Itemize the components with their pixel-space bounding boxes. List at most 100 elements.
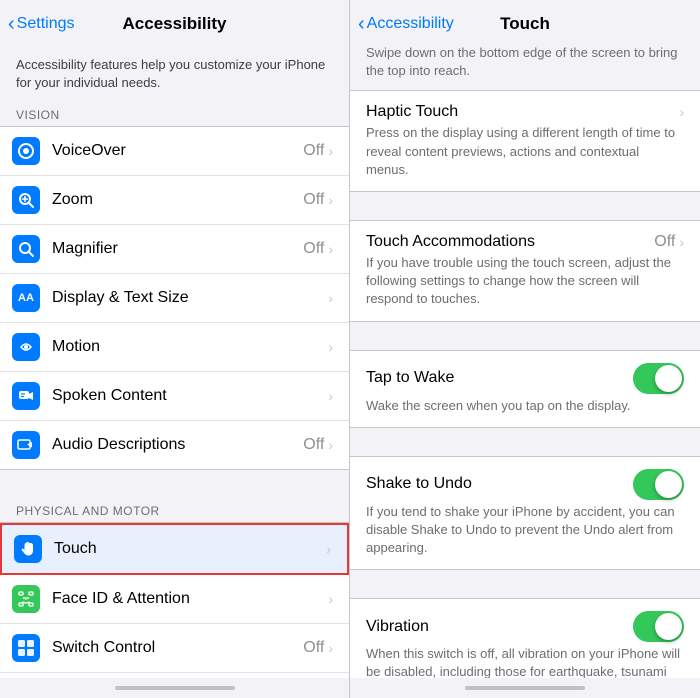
shake-undo-title: Shake to Undo	[366, 475, 472, 493]
tap-wake-toggle[interactable]	[633, 363, 684, 394]
vision-section-label: VISION	[0, 102, 349, 126]
right-nav-bar: ‹ Accessibility Touch	[350, 0, 700, 44]
physical-motor-section: Touch › Face ID & Attention › Switch Con…	[0, 522, 349, 678]
voiceover-chevron-icon: ›	[328, 143, 333, 159]
haptic-touch-section: Haptic Touch › Press on the display usin…	[350, 90, 700, 192]
touch-icon	[14, 535, 42, 563]
shake-undo-item[interactable]: Shake to Undo If you tend to shake your …	[350, 457, 700, 570]
vibration-desc: When this switch is off, all vibration o…	[366, 645, 684, 678]
list-item-touch[interactable]: Touch ›	[0, 523, 349, 575]
touch-acc-value: Off	[654, 233, 675, 251]
top-scroll-text: Swipe down on the bottom edge of the scr…	[350, 44, 700, 90]
tap-wake-title: Tap to Wake	[366, 369, 454, 387]
display-text-icon: AA	[12, 284, 40, 312]
list-item-audio-desc[interactable]: Audio Descriptions Off ›	[0, 421, 349, 469]
switch-ctrl-chevron-icon: ›	[328, 640, 333, 656]
voiceover-label: VoiceOver	[52, 142, 303, 160]
list-item-motion[interactable]: Motion ›	[0, 323, 349, 372]
shake-undo-desc: If you tend to shake your iPhone by acci…	[366, 503, 684, 558]
description-text: Accessibility features help you customiz…	[16, 57, 325, 90]
magnifier-value: Off	[303, 240, 324, 258]
zoom-chevron-icon: ›	[328, 192, 333, 208]
settings-back-button[interactable]: ‹ Settings	[8, 13, 74, 36]
left-nav-bar: ‹ Settings Accessibility	[0, 0, 349, 44]
tap-wake-item[interactable]: Tap to Wake Wake the screen when you tap…	[350, 351, 700, 427]
right-back-chevron-icon: ‹	[358, 13, 365, 36]
zoom-icon	[12, 186, 40, 214]
magnifier-icon	[12, 235, 40, 263]
magnifier-label: Magnifier	[52, 240, 303, 258]
magnifier-chevron-icon: ›	[328, 241, 333, 257]
list-item-zoom[interactable]: Zoom Off ›	[0, 176, 349, 225]
zoom-label: Zoom	[52, 191, 303, 209]
voiceover-value: Off	[303, 142, 324, 160]
left-page-title: Accessibility	[123, 14, 227, 34]
face-id-label: Face ID & Attention	[52, 590, 328, 608]
display-text-label: Display & Text Size	[52, 289, 328, 307]
spoken-content-icon	[12, 382, 40, 410]
accessibility-back-button[interactable]: ‹ Accessibility	[358, 13, 454, 36]
vibration-toggle-thumb	[655, 613, 682, 640]
shake-undo-section: Shake to Undo If you tend to shake your …	[350, 456, 700, 571]
motion-label: Motion	[52, 338, 328, 356]
touch-acc-desc: If you have trouble using the touch scre…	[366, 254, 684, 309]
face-id-icon	[12, 585, 40, 613]
touch-acc-section: Touch Accommodations Off › If you have t…	[350, 220, 700, 322]
tap-wake-desc: Wake the screen when you tap on the disp…	[366, 397, 684, 415]
voiceover-icon	[12, 137, 40, 165]
switch-ctrl-label: Switch Control	[52, 639, 303, 657]
list-item-spoken-content[interactable]: Spoken Content ›	[0, 372, 349, 421]
spoken-content-chevron-icon: ›	[328, 388, 333, 404]
touch-acc-title: Touch Accommodations	[366, 233, 535, 251]
left-panel: ‹ Settings Accessibility Accessibility f…	[0, 0, 350, 698]
tap-wake-toggle-thumb	[655, 365, 682, 392]
vibration-item[interactable]: Vibration When this switch is off, all v…	[350, 599, 700, 678]
audio-desc-value: Off	[303, 436, 324, 454]
right-panel: ‹ Accessibility Touch Swipe down on the …	[350, 0, 700, 698]
list-item-face-id[interactable]: Face ID & Attention ›	[0, 575, 349, 624]
back-chevron-icon: ‹	[8, 13, 15, 36]
shake-undo-toggle[interactable]	[633, 469, 684, 500]
display-text-chevron-icon: ›	[328, 290, 333, 306]
left-home-bar	[0, 678, 349, 698]
motion-chevron-icon: ›	[328, 339, 333, 355]
touch-chevron-icon: ›	[326, 541, 331, 557]
vibration-title: Vibration	[366, 618, 429, 636]
audio-desc-icon	[12, 431, 40, 459]
list-item-voiceover[interactable]: VoiceOver Off ›	[0, 127, 349, 176]
vision-section: VoiceOver Off › Zoom Off › Magnifier Off	[0, 126, 349, 470]
audio-desc-chevron-icon: ›	[328, 437, 333, 453]
list-item-switch-ctrl[interactable]: Switch Control Off ›	[0, 624, 349, 673]
touch-acc-chevron-icon: ›	[679, 234, 684, 250]
vibration-toggle[interactable]	[633, 611, 684, 642]
description-box: Accessibility features help you customiz…	[0, 44, 349, 102]
haptic-touch-item[interactable]: Haptic Touch › Press on the display usin…	[350, 91, 700, 191]
haptic-touch-title: Haptic Touch	[366, 103, 458, 121]
audio-desc-label: Audio Descriptions	[52, 436, 303, 454]
tap-wake-section: Tap to Wake Wake the screen when you tap…	[350, 350, 700, 428]
list-item-display-text[interactable]: AA Display & Text Size ›	[0, 274, 349, 323]
zoom-value: Off	[303, 191, 324, 209]
haptic-touch-chevron-icon: ›	[679, 104, 684, 120]
vibration-section: Vibration When this switch is off, all v…	[350, 598, 700, 678]
haptic-touch-desc: Press on the display using a different l…	[366, 124, 684, 179]
right-page-title: Touch	[500, 14, 550, 34]
shake-undo-toggle-thumb	[655, 471, 682, 498]
motion-icon	[12, 333, 40, 361]
right-home-bar	[350, 678, 700, 698]
back-label: Settings	[17, 15, 75, 33]
list-item-magnifier[interactable]: Magnifier Off ›	[0, 225, 349, 274]
touch-acc-item[interactable]: Touch Accommodations Off › If you have t…	[350, 221, 700, 321]
switch-ctrl-value: Off	[303, 639, 324, 657]
face-id-chevron-icon: ›	[328, 591, 333, 607]
right-home-indicator	[465, 686, 585, 690]
home-indicator	[115, 686, 235, 690]
right-back-label: Accessibility	[367, 15, 454, 33]
switch-ctrl-icon	[12, 634, 40, 662]
touch-label: Touch	[54, 540, 326, 558]
right-scroll: Swipe down on the bottom edge of the scr…	[350, 44, 700, 678]
section-gap-1	[0, 470, 349, 498]
physical-motor-label: PHYSICAL AND MOTOR	[0, 498, 349, 522]
left-scroll: Accessibility features help you customiz…	[0, 44, 349, 678]
spoken-content-label: Spoken Content	[52, 387, 328, 405]
